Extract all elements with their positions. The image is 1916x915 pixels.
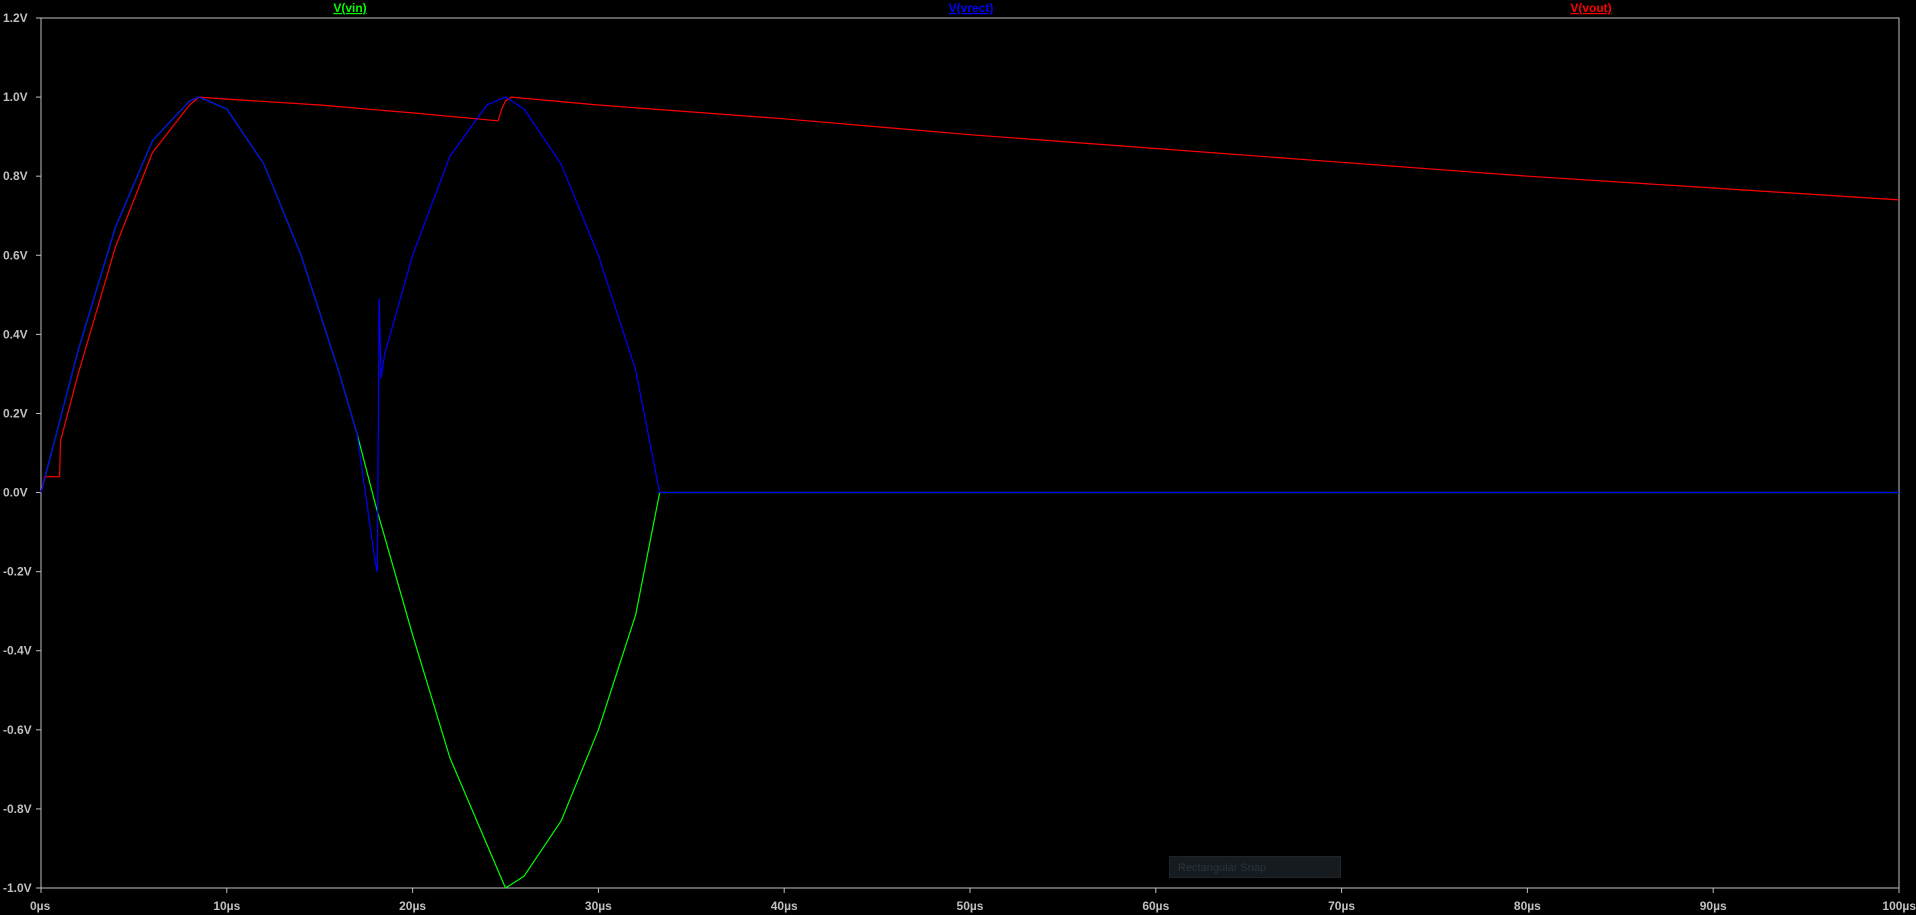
y-tick-label: -0.2V <box>3 565 32 579</box>
series-line-vvrect <box>40 96 1899 573</box>
y-tick-label: 0.2V <box>3 406 28 420</box>
y-axis: 1.2V 1.0V 0.8V 0.6V 0.4V 0.2V 0.0V -0.2V -0.4V -0… <box>3 11 41 895</box>
legend[interactable]: V(vin) V(vrect) V(vout) <box>333 1 1611 15</box>
waveform-plot[interactable]: 1.2V 1.0V 0.8V 0.6V 0.4V 0.2V 0.0V -0.2V -0.4V -0… <box>0 0 1916 915</box>
x-tick-label: 100µs <box>1882 899 1916 913</box>
y-tick-label: 0.4V <box>3 327 28 341</box>
x-tick-label: 70µs <box>1328 899 1355 913</box>
y-tick-label: -0.6V <box>3 723 32 737</box>
y-tick-label: -0.8V <box>3 802 32 816</box>
legend-entry[interactable]: V(vout) <box>1570 1 1611 15</box>
legend-entry[interactable]: V(vin) <box>333 1 366 15</box>
tooltip-text: Rectangular Snap <box>1178 862 1267 874</box>
series-line-vvout <box>40 96 1900 493</box>
series-lines <box>40 96 1900 889</box>
y-tick-label: 0.6V <box>3 248 28 262</box>
legend-entry[interactable]: V(vrect) <box>949 1 994 15</box>
x-tick-label: 60µs <box>1142 899 1169 913</box>
y-tick-label: 0.8V <box>3 169 28 183</box>
x-tick-label: 80µs <box>1514 899 1541 913</box>
snap-mode-tooltip: Rectangular Snap <box>1169 856 1341 878</box>
x-tick-label: 10µs <box>213 899 240 913</box>
x-tick-label: 20µs <box>399 899 426 913</box>
x-tick-label: 90µs <box>1700 899 1727 913</box>
y-tick-label: 1.0V <box>3 90 28 104</box>
x-tick-label: 30µs <box>585 899 612 913</box>
y-tick-label: 0.0V <box>3 486 28 500</box>
y-tick-label: 1.2V <box>3 11 28 25</box>
y-tick-label: -1.0V <box>3 881 32 895</box>
x-tick-label: 50µs <box>957 899 984 913</box>
y-tick-label: -0.4V <box>3 644 32 658</box>
x-axis: 0µs 10µs 20µs 30µs 40µs 50µs 60µs 70µs 80µs 90µs 1… <box>30 888 1916 913</box>
x-tick-label: 40µs <box>771 899 798 913</box>
x-tick-label: 0µs <box>30 899 51 913</box>
plot-frame <box>40 17 1900 889</box>
